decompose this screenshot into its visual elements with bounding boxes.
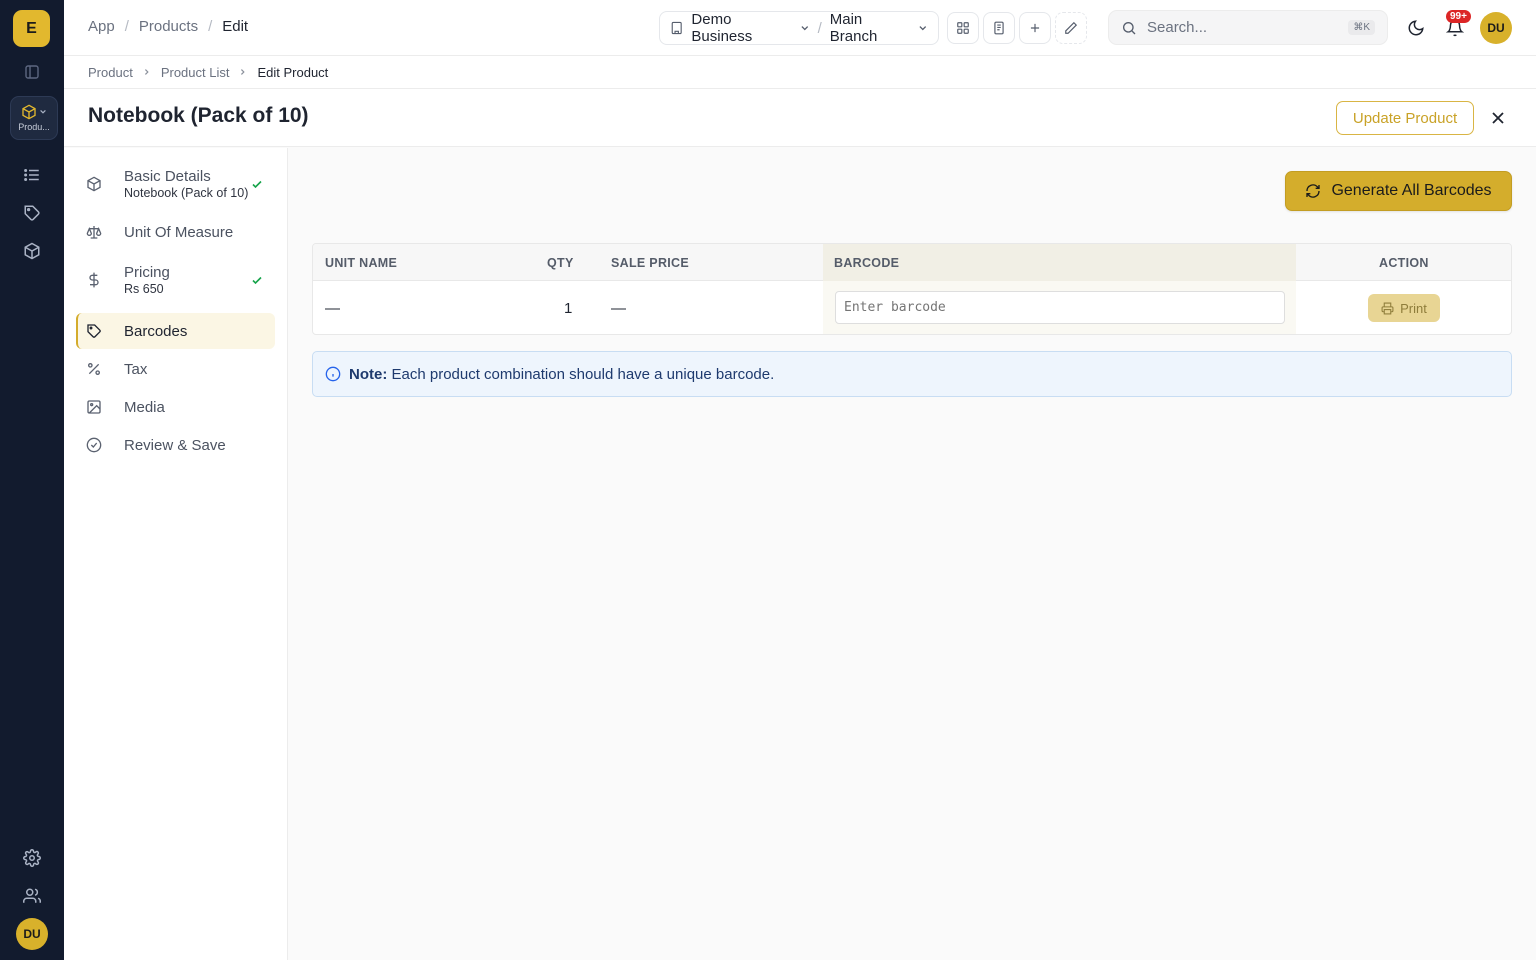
user-avatar[interactable]: DU: [1480, 12, 1512, 44]
image-icon: [86, 399, 112, 415]
breadcrumb-edit: Edit: [222, 18, 249, 35]
check-icon: [251, 178, 263, 190]
sidebar-toggle-icon[interactable]: [20, 60, 44, 84]
col-action: ACTION: [1379, 255, 1429, 270]
breadcrumb-app[interactable]: App: [88, 18, 115, 35]
app-logo[interactable]: E: [13, 10, 50, 47]
step-label: Unit Of Measure: [124, 223, 234, 241]
notification-badge: 99+: [1446, 10, 1471, 23]
chevron-down-icon: [801, 26, 809, 31]
left-rail: E Produ... DU: [0, 0, 64, 960]
breadcrumb: App / Products / Edit: [88, 18, 249, 35]
col-qty: QTY: [547, 255, 574, 270]
chevron-right-icon: [144, 69, 149, 75]
title-bar: Notebook (Pack of 10) Update Product: [64, 89, 1536, 147]
step-pricing[interactable]: Pricing Rs 650: [76, 256, 275, 304]
branch-name[interactable]: Main Branch: [830, 11, 911, 45]
step-unit-of-measure[interactable]: Unit Of Measure: [76, 214, 275, 250]
col-sale-price: SALE PRICE: [611, 255, 690, 270]
pencil-icon: [1065, 21, 1078, 34]
step-review-save[interactable]: Review & Save: [76, 427, 275, 463]
step-sublabel: Rs 650: [124, 282, 164, 296]
check-circle-icon: [86, 437, 112, 453]
dollar-icon: [86, 272, 112, 288]
info-icon: [325, 366, 341, 382]
update-product-button[interactable]: Update Product: [1336, 101, 1474, 135]
step-label: Pricing: [124, 264, 170, 281]
search-shortcut: ⌘K: [1348, 20, 1375, 35]
step-label: Barcodes: [124, 322, 188, 340]
note-banner: Note: Each product combination should ha…: [312, 351, 1512, 397]
barcode-table: UNIT NAME QTY SALE PRICE BARCODE ACTION …: [312, 243, 1512, 335]
col-unit-name: UNIT NAME: [325, 255, 398, 270]
step-label: Tax: [124, 360, 148, 378]
add-button[interactable]: [1019, 12, 1051, 44]
col-barcode: BARCODE: [834, 255, 900, 270]
step-label: Basic Details: [124, 168, 211, 185]
check-icon: [251, 274, 263, 286]
step-basic-details[interactable]: Basic Details Notebook (Pack of 10): [76, 160, 275, 208]
cell-sale-price: —: [611, 300, 626, 317]
page-title: Notebook (Pack of 10): [88, 104, 309, 127]
note-text: Each product combination should have a u…: [391, 365, 775, 383]
users-icon[interactable]: [20, 884, 44, 908]
step-label: Media: [124, 398, 165, 416]
refresh-icon: [1306, 184, 1321, 198]
search-placeholder[interactable]: Search...: [1147, 19, 1207, 36]
box-icon: [86, 176, 112, 192]
generate-label: Generate All Barcodes: [1331, 182, 1492, 199]
barcode-input[interactable]: [835, 291, 1285, 324]
chevron-down-icon: [919, 26, 927, 31]
tag-icon[interactable]: [20, 201, 44, 225]
invoice-button[interactable]: [983, 12, 1015, 44]
business-name[interactable]: Demo Business: [691, 11, 792, 45]
step-barcodes[interactable]: Barcodes: [76, 313, 275, 349]
printer-icon: [1381, 302, 1394, 314]
cell-unit-name: —: [325, 300, 340, 317]
moon-icon: [1408, 20, 1424, 36]
generate-all-barcodes-button[interactable]: Generate All Barcodes: [1285, 171, 1512, 211]
subcrumb-product-list[interactable]: Product List: [161, 65, 230, 80]
grid-apps-button[interactable]: [947, 12, 979, 44]
step-tax[interactable]: Tax: [76, 351, 275, 387]
top-bar: App / Products / Edit Demo Business / Ma…: [64, 0, 1536, 56]
close-icon: [1492, 112, 1504, 124]
chevron-right-icon: [241, 69, 246, 75]
step-media[interactable]: Media: [76, 389, 275, 425]
package-icon: [22, 104, 36, 120]
search-icon: [1123, 21, 1136, 34]
print-label: Print: [1400, 300, 1427, 316]
grid-icon: [957, 22, 969, 34]
search-box[interactable]: Search... ⌘K: [1108, 10, 1388, 45]
business-branch-selector[interactable]: Demo Business / Main Branch: [659, 11, 939, 45]
list-icon[interactable]: [20, 163, 44, 187]
module-label: Produ...: [18, 122, 50, 132]
building-icon: [671, 21, 682, 35]
subcrumb-edit-product: Edit Product: [257, 64, 329, 80]
percent-icon: [86, 361, 112, 377]
settings-gear-icon[interactable]: [20, 846, 44, 870]
chevron-down-icon: [40, 109, 46, 114]
cell-qty: 1: [564, 300, 573, 317]
edit-button[interactable]: [1055, 12, 1087, 44]
sub-breadcrumb: Product Product List Edit Product: [64, 56, 1536, 89]
step-sublabel: Notebook (Pack of 10): [124, 186, 249, 200]
breadcrumb-products[interactable]: Products: [139, 18, 198, 35]
receipt-icon: [994, 21, 1004, 35]
user-avatar[interactable]: DU: [16, 918, 48, 950]
theme-toggle-button[interactable]: [1400, 12, 1432, 44]
close-button[interactable]: [1486, 106, 1510, 130]
tag-icon: [86, 323, 112, 339]
step-label: Review & Save: [124, 436, 226, 454]
step-sidebar: Basic Details Notebook (Pack of 10) Unit…: [64, 148, 288, 960]
plus-icon: [1030, 23, 1040, 33]
scale-icon: [86, 224, 112, 240]
subcrumb-product[interactable]: Product: [88, 65, 133, 80]
box-icon[interactable]: [20, 239, 44, 263]
note-label: Note:: [349, 365, 388, 383]
module-switcher-products[interactable]: Produ...: [10, 96, 58, 140]
print-button[interactable]: Print: [1368, 294, 1440, 322]
